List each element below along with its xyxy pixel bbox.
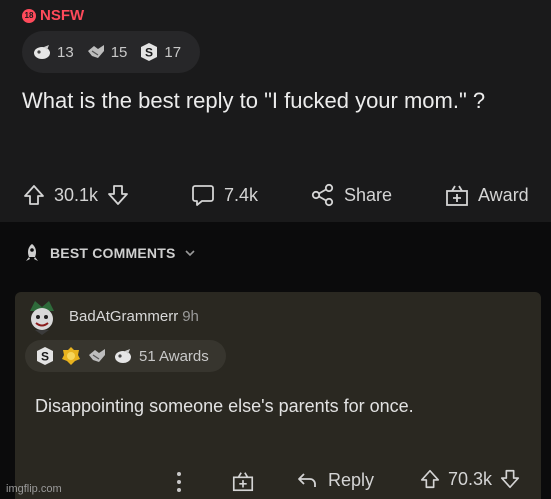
rocket-like-award-icon (115, 349, 131, 363)
username[interactable]: BadAtGrammerr (69, 308, 178, 325)
rocket-like-award-icon (34, 45, 50, 59)
svg-text:S: S (145, 46, 153, 60)
reply-arrow-icon (298, 472, 316, 487)
gold-award-icon (62, 347, 80, 365)
nsfw-tag: 18 NSFW (22, 7, 84, 24)
silver-award-icon: S (141, 43, 158, 61)
svg-text:S: S (41, 350, 49, 364)
best-comments-label: BEST COMMENTS (50, 245, 176, 261)
comment-action-bar: Reply 70.3k (15, 467, 541, 497)
award-count: 17 (164, 43, 182, 61)
upvote-icon[interactable] (419, 468, 441, 490)
vote-group: 30.1k (22, 183, 130, 207)
upvote-count: 30.1k (54, 184, 99, 205)
comment-body: Disappointing someone else's parents for… (35, 396, 414, 416)
share-icon (311, 183, 334, 207)
gift-award-icon[interactable] (231, 469, 255, 493)
post-action-bar: 30.1k 7.4k Share Award (0, 175, 551, 215)
watermark: imgflip.com (6, 483, 62, 495)
award-item: S 17 (139, 42, 181, 62)
comment-card: BadAtGrammerr 9h S 51 Awards Disappointin… (15, 292, 541, 499)
comment-upvote-count: 70.3k (448, 468, 493, 489)
award-label: Award (478, 184, 529, 205)
reply-button[interactable]: Reply (296, 470, 374, 491)
comment-count: 7.4k (224, 184, 259, 205)
award-item: 15 (86, 42, 128, 62)
share-label: Share (344, 184, 393, 205)
sort-best-comments[interactable]: BEST COMMENTS (22, 243, 196, 263)
award-item: 13 (32, 42, 74, 62)
post-card: 18 NSFW 13 15 S 17 What is the best repl… (0, 0, 551, 222)
downvote-icon[interactable] (499, 468, 521, 490)
gift-award-icon (446, 185, 468, 206)
rocket-sort-icon (26, 244, 38, 261)
nsfw-label: NSFW (40, 7, 85, 24)
award-button[interactable]: Award (444, 182, 529, 208)
comment-vote-group: 70.3k (419, 468, 521, 490)
post-title[interactable]: What is the best reply to "I fucked your… (22, 86, 522, 115)
upvote-icon[interactable] (22, 183, 46, 207)
award-count: 13 (57, 43, 74, 61)
handshake-award-icon (87, 45, 104, 58)
downvote-icon[interactable] (106, 183, 130, 207)
comment-awards-pill[interactable]: S 51 Awards (25, 340, 226, 372)
post-awards-pill[interactable]: 13 15 S 17 (22, 31, 200, 73)
comment-bubble-icon (192, 185, 214, 206)
comment-time: 9h (182, 308, 199, 325)
more-options-icon[interactable] (175, 470, 183, 494)
reply-label: Reply (328, 470, 375, 490)
awards-count: 51 Awards (139, 347, 209, 365)
award-count: 15 (110, 43, 128, 61)
share-button[interactable]: Share (310, 182, 392, 208)
comment-meta: BadAtGrammerr 9h (69, 308, 199, 325)
silver-award-icon: S (37, 347, 53, 365)
chevron-down-icon (184, 250, 195, 257)
nsfw-18-icon: 18 (22, 8, 36, 23)
avatar[interactable] (25, 299, 59, 335)
comments-button[interactable]: 7.4k (190, 182, 258, 208)
handshake-award-icon (89, 349, 105, 362)
